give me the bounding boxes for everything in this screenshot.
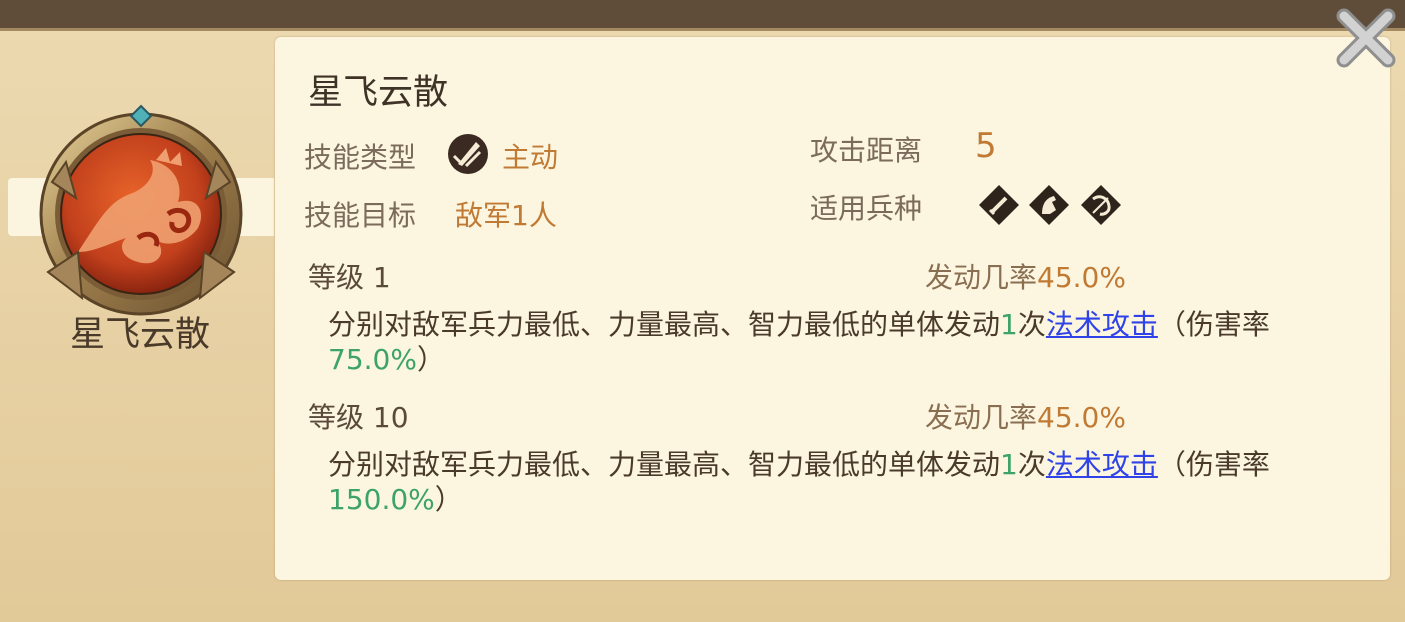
level-1-description: 分别对敌军兵力最低、力量最高、智力最低的单体发动1次法术攻击（伤害率75.0%） bbox=[328, 308, 1270, 376]
skill-title: 星飞云散 bbox=[308, 73, 449, 113]
level-10-description: 分别对敌军兵力最低、力量最高、智力最低的单体发动1次法术攻击（伤害率150.0%… bbox=[328, 448, 1270, 516]
horse-icon bbox=[1028, 184, 1070, 226]
skill-badge-icon[interactable] bbox=[38, 102, 244, 318]
attack-range-label: 攻击距离 bbox=[810, 134, 923, 167]
sword-icon bbox=[978, 184, 1020, 226]
bow-icon bbox=[1080, 184, 1122, 226]
magic-attack-link[interactable]: 法术攻击 bbox=[1046, 308, 1158, 341]
close-button[interactable] bbox=[1330, 2, 1402, 74]
skill-name-under-badge: 星飞云散 bbox=[69, 315, 210, 355]
skill-target-value: 敌军1人 bbox=[455, 199, 557, 232]
close-icon bbox=[1336, 8, 1396, 68]
level-10-label: 等级 10 bbox=[308, 401, 409, 434]
attack-range-value: 5 bbox=[975, 126, 997, 166]
troop-types-label: 适用兵种 bbox=[810, 192, 923, 225]
top-bar bbox=[0, 0, 1405, 31]
level-1-label: 等级 1 bbox=[308, 261, 391, 294]
level-1-trigger-rate: 发动几率45.0% bbox=[925, 261, 1126, 294]
active-skill-icon bbox=[446, 132, 490, 176]
skill-type-value: 主动 bbox=[502, 141, 559, 174]
skill-target-label: 技能目标 bbox=[304, 199, 417, 232]
magic-attack-link[interactable]: 法术攻击 bbox=[1046, 448, 1158, 481]
level-10-trigger-rate: 发动几率45.0% bbox=[925, 401, 1126, 434]
skill-type-label: 技能类型 bbox=[304, 141, 417, 174]
